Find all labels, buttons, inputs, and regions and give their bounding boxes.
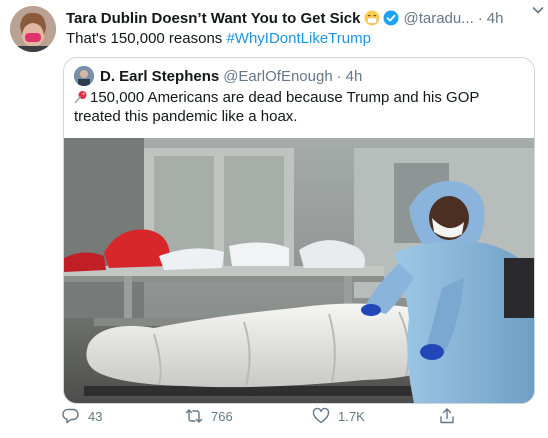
tweet-text: That's 150,000 reasons #WhyIDontLikeTrum… xyxy=(66,30,371,47)
reply-button[interactable]: 43 xyxy=(62,403,102,429)
quoted-author-name[interactable]: D. Earl Stephens xyxy=(100,68,219,85)
action-bar: 43 766 1.7K xyxy=(62,403,482,429)
reply-count: 43 xyxy=(88,408,103,424)
author-handle[interactable]: @taradu... xyxy=(403,10,473,27)
quoted-header: D. Earl Stephens @EarlOfEnough · 4h xyxy=(74,66,362,86)
hashtag-link[interactable]: #WhyIDontLikeTrump xyxy=(226,30,371,47)
chevron-down-icon[interactable] xyxy=(530,2,546,18)
tweet-header: Tara Dublin Doesn’t Want You to Get Sick… xyxy=(66,8,540,28)
tweet[interactable]: Tara Dublin Doesn’t Want You to Get Sick… xyxy=(0,0,548,438)
author-name[interactable]: Tara Dublin Doesn’t Want You to Get Sick xyxy=(66,10,360,27)
quoted-text-block: 150,000 Americans are dead because Trump… xyxy=(74,88,524,126)
share-icon xyxy=(440,408,454,424)
retweet-count: 766 xyxy=(211,408,233,424)
retweet-button[interactable]: 766 xyxy=(185,403,233,429)
quoted-text: 150,000 Americans are dead because Trump… xyxy=(74,89,480,125)
pushpin-icon xyxy=(74,90,88,104)
retweet-icon xyxy=(185,409,203,423)
quoted-timestamp[interactable]: 4h xyxy=(346,68,363,85)
separator: · xyxy=(477,9,483,27)
mask-face-emoji xyxy=(364,10,380,26)
reply-icon xyxy=(62,408,79,424)
timestamp[interactable]: 4h xyxy=(487,10,504,27)
like-icon xyxy=(312,407,330,424)
quoted-separator: · xyxy=(336,67,342,85)
share-button[interactable] xyxy=(438,403,464,429)
quoted-photo[interactable] xyxy=(64,138,534,403)
quoted-tweet[interactable]: D. Earl Stephens @EarlOfEnough · 4h 150,… xyxy=(63,57,535,404)
quoted-author-handle[interactable]: @EarlOfEnough xyxy=(223,68,332,85)
avatar[interactable] xyxy=(10,6,56,52)
like-button[interactable]: 1.7K xyxy=(312,403,365,429)
tweet-text-prefix: That's 150,000 reasons xyxy=(66,30,227,47)
quoted-avatar[interactable] xyxy=(74,66,94,86)
like-count: 1.7K xyxy=(338,408,365,424)
verified-badge-icon xyxy=(383,10,399,26)
